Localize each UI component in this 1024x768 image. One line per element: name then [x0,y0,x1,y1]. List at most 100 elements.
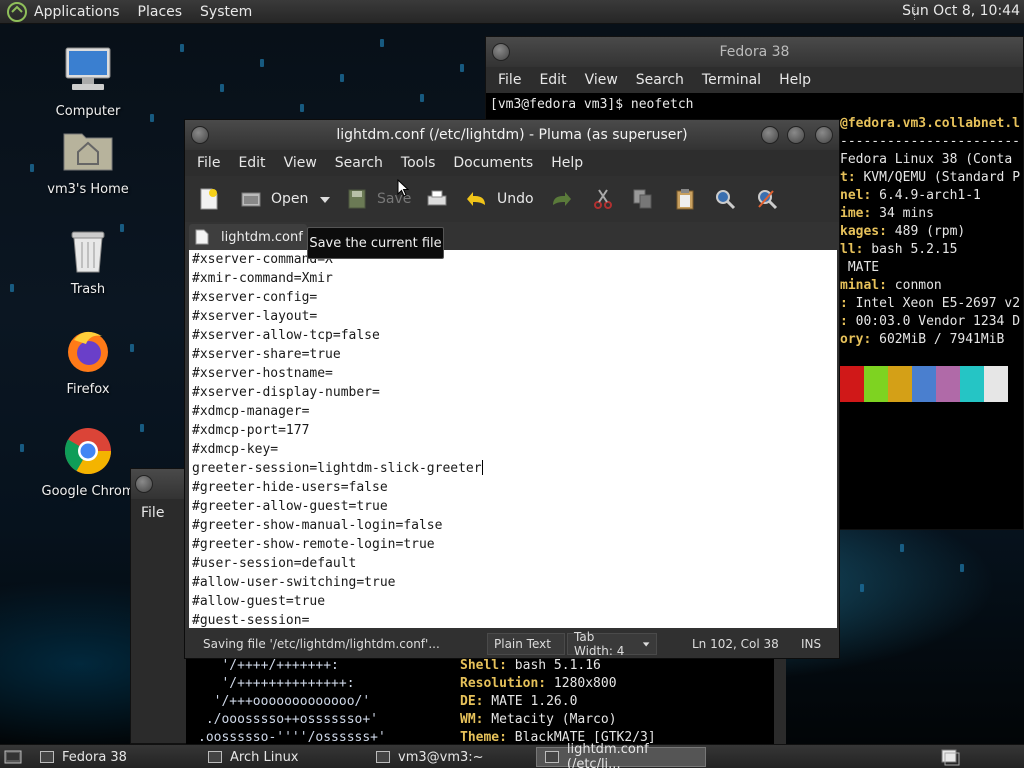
taskbar-item-pluma[interactable]: lightdm.conf (/etc/li... [536,742,706,768]
neofetch-line: Resolution: 1280x800 [460,676,617,691]
pluma-window: lightdm.conf (/etc/lightdm) - Pluma (as … [184,119,840,659]
code-text: greeter-session=lightdm-slick-greeter [192,461,482,476]
cut-button[interactable] [591,186,615,212]
menu-help[interactable]: Help [779,72,811,88]
code-lines: #xserver-command=X #xmir-command=Xmir #xse… [189,250,837,628]
window-menu-button[interactable] [135,475,153,493]
chevron-down-icon [642,642,650,647]
paste-button[interactable] [673,186,697,212]
menu-edit[interactable]: Edit [238,155,265,171]
workspace-switcher-icon[interactable] [940,748,960,766]
taskbar-item-arch[interactable]: Arch Linux [200,747,362,767]
task-label: lightdm.conf (/etc/li... [566,742,649,768]
menu-tools[interactable]: Tools [401,155,436,171]
code-line: #greeter-allow-guest=true [189,497,837,516]
text-editor[interactable]: #xserver-command=X #xmir-command=Xmir #xse… [189,250,837,628]
neofetch-line: ll: bash 5.2.15 [840,242,957,257]
computer-icon [65,47,111,90]
tab-label: lightdm.conf [221,229,303,245]
terminal-menubar: File Edit View Search Terminal Help [486,67,1023,93]
background-window-titlebar[interactable] [131,469,189,499]
code-text: #xdmcp-manager= [192,404,310,419]
code-line: #xdmcp-manager= [189,402,837,421]
menu-file[interactable]: File [131,499,189,527]
code-text: #xserver-layout= [192,309,318,324]
neofetch-line: @fedora.vm3.collabnet.l [840,116,1020,131]
taskbar-item-fedora[interactable]: Fedora 38 [32,747,192,767]
terminal-titlebar[interactable]: Fedora 38 [486,37,1023,67]
desktop-icon-firefox[interactable]: Firefox [33,326,143,397]
copy-button[interactable] [631,186,655,212]
open-button[interactable]: Open [239,186,308,212]
taskbar-item-vm3-terminal[interactable]: vm3@vm3:~ [368,747,530,767]
document-icon [195,229,209,245]
menu-help[interactable]: Help [551,155,583,171]
replace-button[interactable] [755,186,779,212]
places-menu[interactable]: Places [138,4,183,20]
mouse-pointer-icon [397,179,409,197]
show-desktop-icon[interactable] [4,749,22,765]
undo-button[interactable]: Undo [465,186,534,212]
neofetch-key: kages: [840,224,887,239]
window-title: Fedora 38 [719,44,790,60]
print-button[interactable] [425,186,449,212]
menu-file[interactable]: File [498,72,521,88]
ascii-art-line: '/+++ooooooooooooo/' [198,694,371,709]
redo-icon [553,192,571,206]
open-dropdown-button[interactable] [319,186,331,212]
code-line: #greeter-show-remote-login=true [189,535,837,554]
language-dropdown[interactable]: Plain Text [487,633,565,655]
code-text: #allow-guest=true [192,594,326,609]
lower-terminal-output[interactable]: '/++++/+++++++: '/++++++++++++++: '/+++o… [186,656,774,745]
menu-file[interactable]: File [197,155,220,171]
window-menu-button[interactable] [191,126,209,144]
menu-edit[interactable]: Edit [539,72,566,88]
code-line: #guest-session= [189,611,837,628]
code-text: #user-session=default [192,556,357,571]
clock[interactable]: Sun Oct 8, 10:44 [902,3,1020,19]
neofetch-line: nel: 6.4.9-arch1-1 [840,188,981,203]
save-icon [348,189,366,209]
minimize-button[interactable] [761,126,779,144]
menu-view[interactable]: View [284,155,317,171]
new-button[interactable] [197,186,221,212]
chevron-down-icon [320,197,330,203]
close-button[interactable] [815,126,833,144]
code-text: #xdmcp-key= [192,442,279,457]
desktop-icon-computer[interactable]: Computer [33,44,143,119]
applications-menu[interactable]: Applications [34,4,120,20]
redo-button[interactable] [549,186,573,212]
menu-terminal[interactable]: Terminal [702,72,761,88]
menu-view[interactable]: View [585,72,618,88]
ascii-art-line: ./ooosssso++osssssso+' [198,712,379,727]
menu-documents[interactable]: Documents [453,155,533,171]
tab-lightdm-conf[interactable]: lightdm.conf [189,224,307,250]
find-button[interactable] [713,186,737,212]
code-line: #xserver-share=true [189,345,837,364]
neofetch-line: Shell: bash 5.1.16 [460,658,601,673]
desktop-icon-chrome[interactable]: Google Chrom [33,426,143,499]
maximize-button[interactable] [787,126,805,144]
code-text: #guest-session= [192,613,310,628]
code-text: #greeter-allow-guest=true [192,499,388,514]
firefox-icon [68,331,108,372]
task-label: Arch Linux [230,749,299,765]
system-menu[interactable]: System [200,4,252,20]
neofetch-key: Theme: [460,730,507,745]
code-line: #xserver-allow-tcp=false [189,326,837,345]
desktop-icon-home[interactable]: vm3's Home [33,126,143,197]
mate-logo-icon[interactable] [6,1,28,23]
tab-width-dropdown[interactable]: Tab Width: 4 [567,630,657,658]
neofetch-key: ll: [840,242,864,257]
window-menu-button[interactable] [492,43,510,61]
neofetch-value: MATE 1.26.0 [483,694,578,709]
code-text: #allow-user-switching=true [192,575,396,590]
desktop-icon-trash[interactable]: Trash [33,226,143,297]
neofetch-key: ory: [840,332,872,347]
paste-icon [676,189,694,210]
code-line: #user-session=default [189,554,837,573]
menu-search[interactable]: Search [335,155,383,171]
menu-search[interactable]: Search [636,72,684,88]
window-edge [774,656,786,744]
pluma-titlebar[interactable]: lightdm.conf (/etc/lightdm) - Pluma (as … [185,120,839,150]
